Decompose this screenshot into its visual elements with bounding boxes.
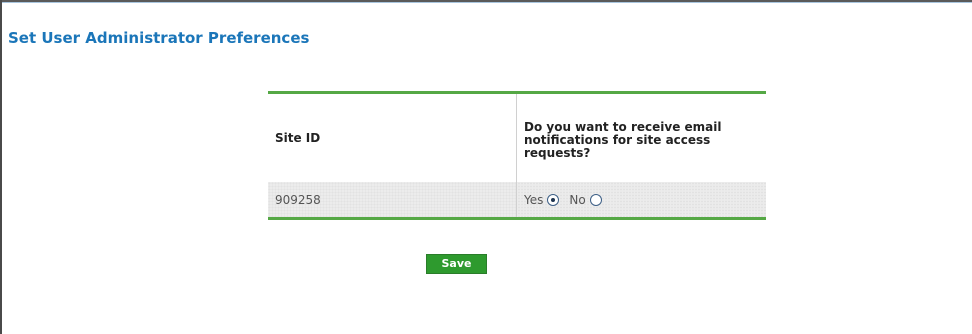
yes-label: Yes xyxy=(524,192,544,207)
table-row: 909258 Yes No xyxy=(268,182,766,217)
table-bottom-rule xyxy=(268,217,766,220)
notification-options-cell: Yes No xyxy=(516,182,766,217)
yes-radio[interactable] xyxy=(547,193,560,206)
window-left-border xyxy=(0,0,2,334)
page-title: Set User Administrator Preferences xyxy=(8,29,310,47)
window-top-highlight xyxy=(2,2,972,3)
email-notification-radio-group: Yes No xyxy=(524,193,608,207)
no-label: No xyxy=(569,192,586,207)
site-id-cell: 909258 xyxy=(268,182,517,217)
notification-question-header: Do you want to receive email notificatio… xyxy=(516,94,766,182)
no-radio[interactable] xyxy=(589,193,602,206)
preferences-table: Site ID Do you want to receive email not… xyxy=(268,91,766,220)
save-button[interactable]: Save xyxy=(426,254,487,274)
table-header-row: Site ID Do you want to receive email not… xyxy=(268,94,766,182)
site-id-header: Site ID xyxy=(268,94,517,182)
